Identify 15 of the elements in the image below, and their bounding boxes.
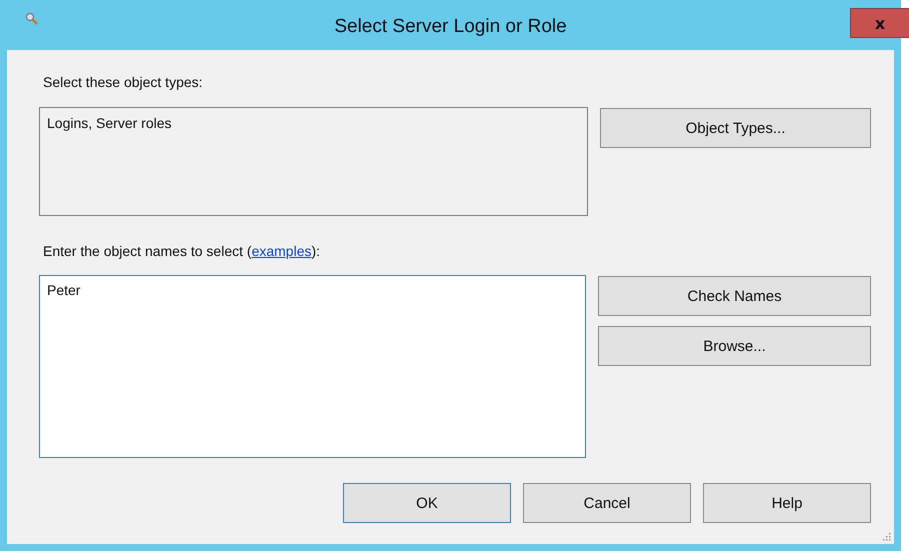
resize-grip-icon[interactable] <box>881 531 891 541</box>
side-button[interactable]: Check Names <box>598 276 871 316</box>
side-button[interactable]: Browse... <box>598 326 871 366</box>
examples-link[interactable]: examples <box>252 243 312 259</box>
dialog-button[interactable]: OK <box>343 483 511 523</box>
dialog-button[interactable]: Help <box>703 483 871 523</box>
dialog-button[interactable]: Cancel <box>523 483 691 523</box>
object-types-field: Logins, Server roles <box>39 107 588 216</box>
field-label: Select these object types: <box>42 74 204 90</box>
input-field[interactable]: Peter <box>39 275 586 458</box>
field-label: Enter the object names to select (examples): <box>42 243 322 259</box>
object-types-button[interactable]: Object Types... <box>600 108 871 148</box>
close-button[interactable]: x <box>850 8 909 38</box>
search-icon <box>25 12 39 26</box>
window-title: Select Server Login or Role <box>334 16 567 38</box>
